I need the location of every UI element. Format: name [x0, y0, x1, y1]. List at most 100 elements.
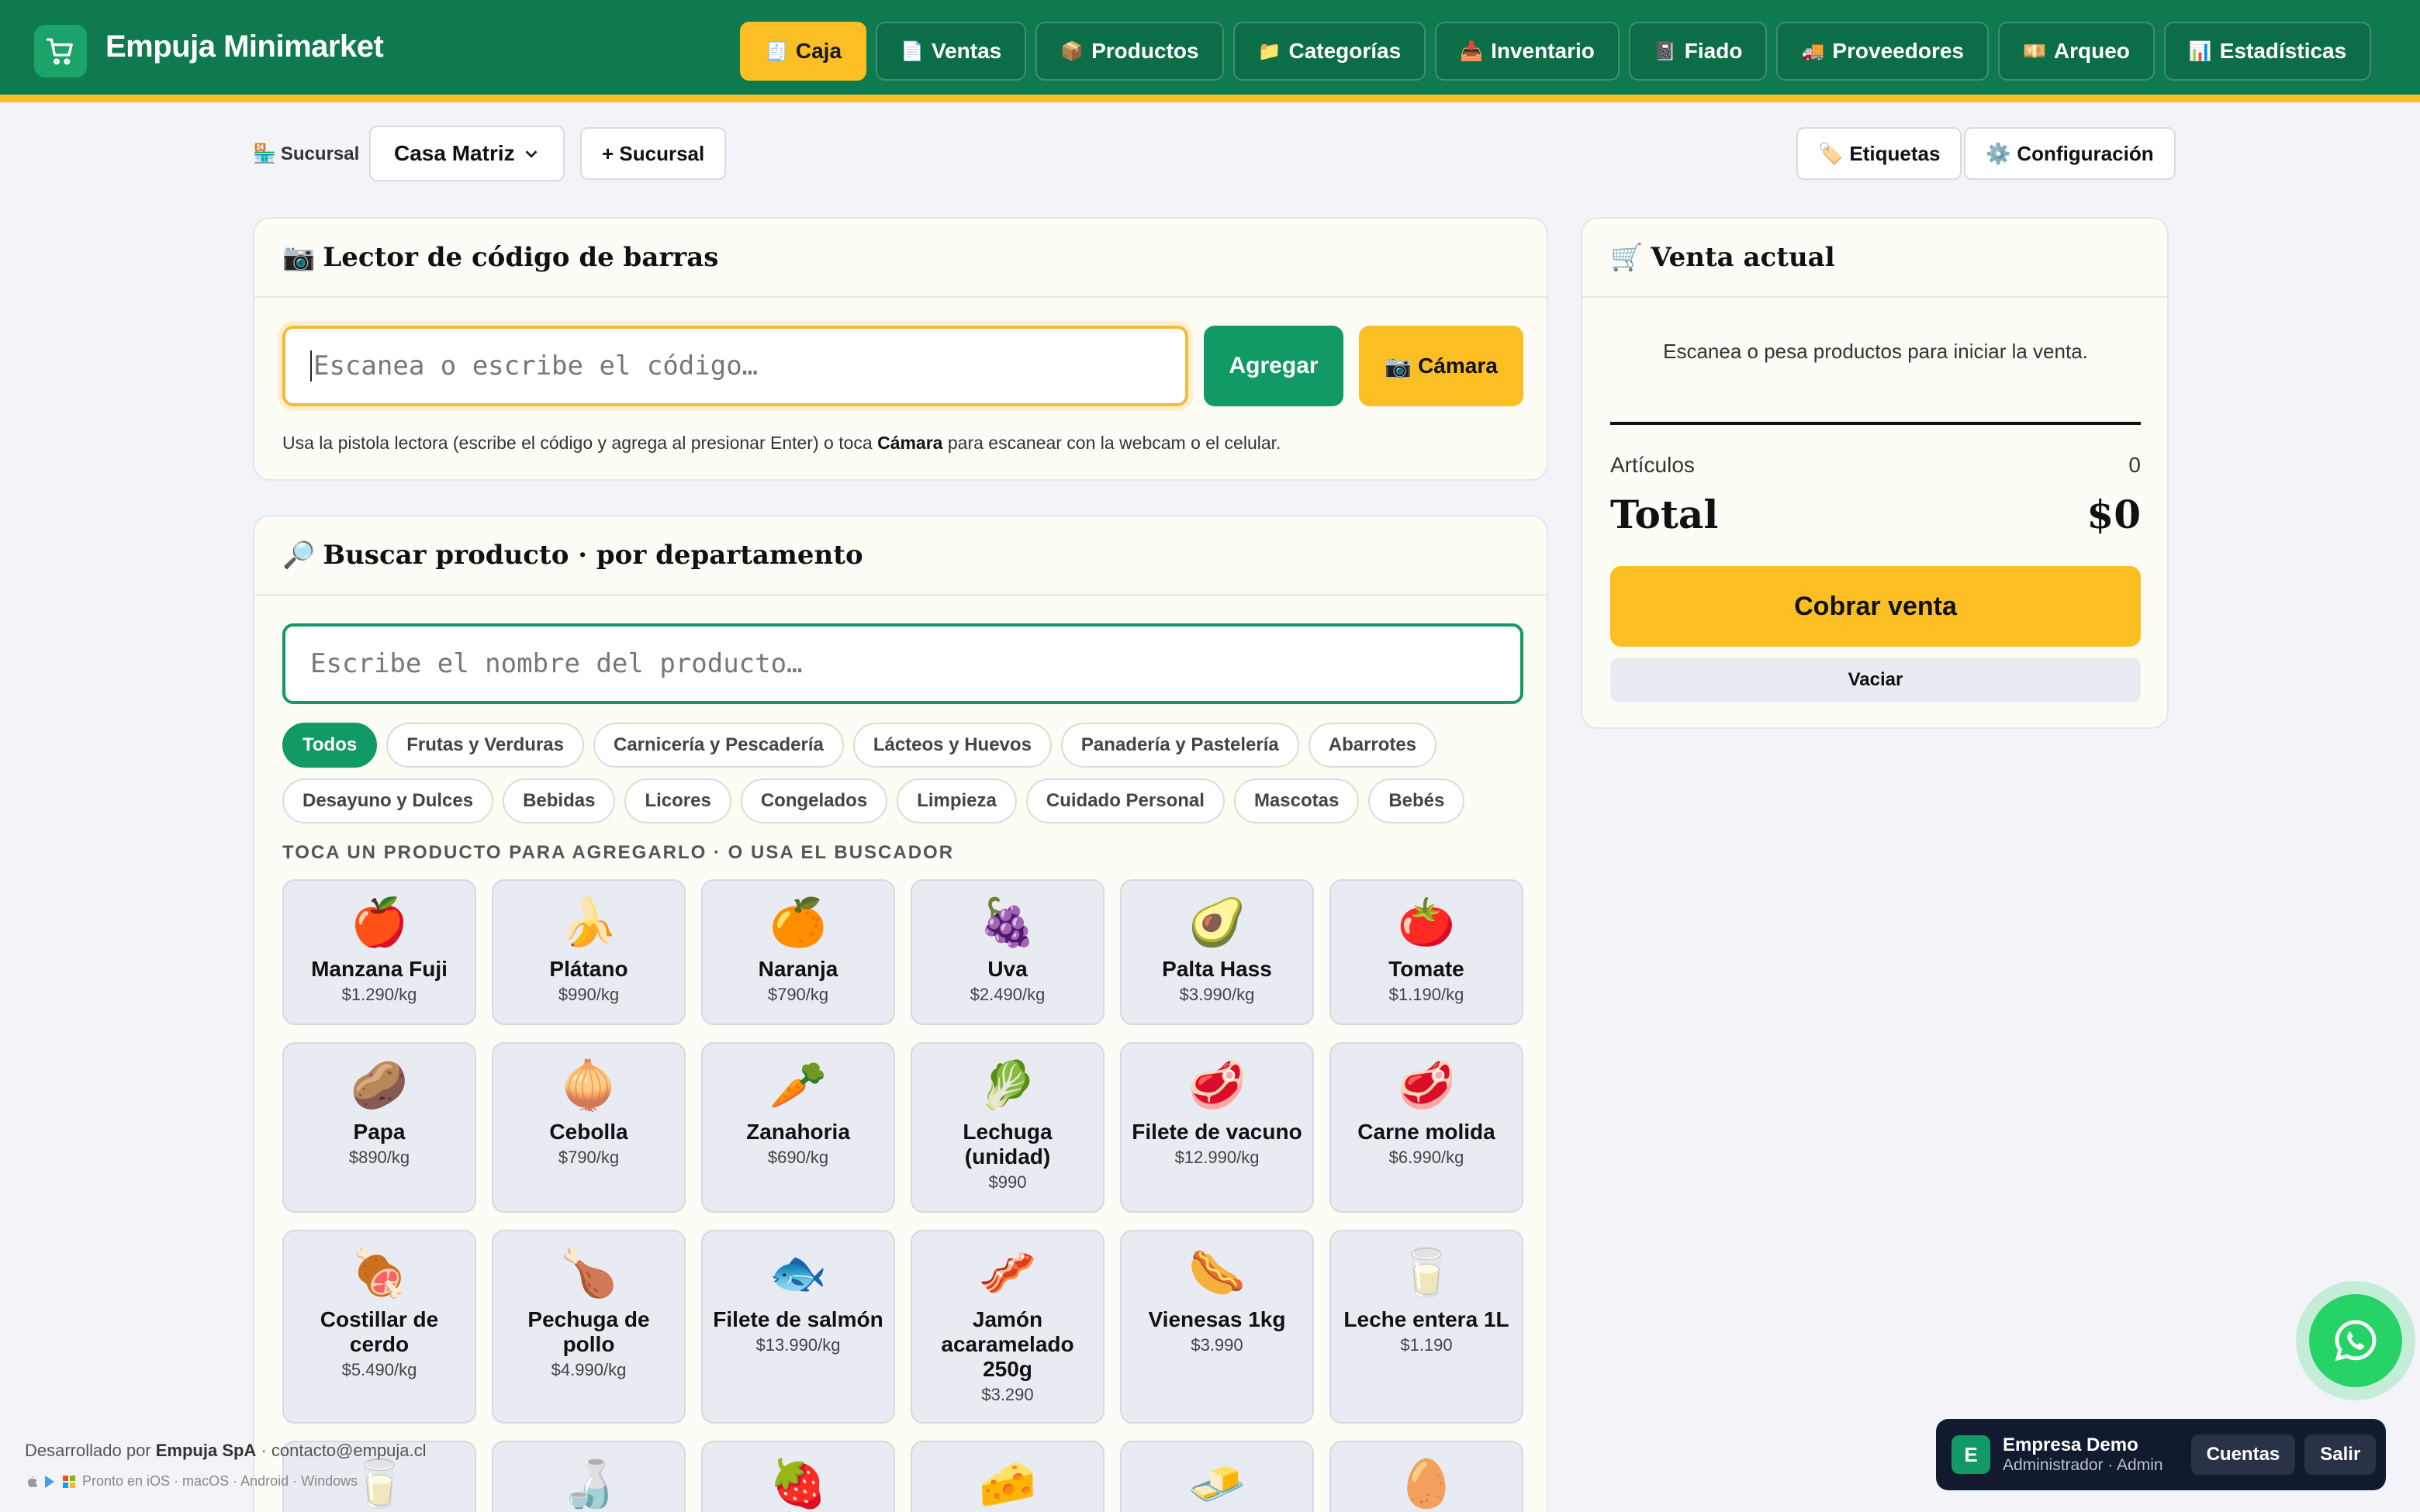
camera-button[interactable]: 📷 Cámara [1359, 326, 1523, 406]
product-tile[interactable]: 🍇 Uva $2.490/kg [911, 879, 1105, 1025]
nav-estadisticas[interactable]: 📊 Estadísticas [2163, 22, 2372, 81]
nav-productos[interactable]: 📦 Productos [1035, 22, 1224, 81]
product-search-input[interactable]: Escribe el nombre del producto… [282, 623, 1523, 704]
department-chip[interactable]: Limpieza [897, 778, 1017, 823]
camera-icon: 📷 [282, 242, 316, 273]
product-tile[interactable]: 🍓 [701, 1441, 895, 1512]
product-tile[interactable]: 🥚 [1329, 1441, 1523, 1512]
bar-chart-icon: 📊 [2188, 40, 2212, 62]
product-price: $1.190/kg [1388, 985, 1464, 1004]
account-panel: E Empresa Demo Administrador · Admin Cue… [1936, 1419, 2386, 1490]
product-tile[interactable]: 🥬 Lechuga (unidad) $990 [911, 1042, 1105, 1213]
department-chip[interactable]: Panadería y Pastelería [1060, 723, 1299, 768]
whatsapp-icon [2309, 1294, 2402, 1387]
product-tile[interactable]: 🥛 Leche entera 1L $1.190 [1329, 1230, 1523, 1424]
whatsapp-button[interactable] [2296, 1281, 2415, 1400]
product-price: $790/kg [767, 985, 829, 1004]
product-emoji-icon: 🧀 [978, 1458, 1037, 1510]
product-name: Costillar de cerdo [320, 1307, 439, 1356]
nav-ventas[interactable]: 📄 Ventas [876, 22, 1027, 81]
product-emoji-icon: 🥓 [978, 1247, 1037, 1299]
product-tile[interactable]: 🍅 Tomate $1.190/kg [1329, 879, 1523, 1025]
settings-button[interactable]: ⚙️ Configuración [1964, 127, 2176, 180]
department-chip[interactable]: Carnicería y Pescadería [593, 723, 844, 768]
accounts-button[interactable]: Cuentas [2190, 1434, 2296, 1475]
labels-button[interactable]: 🏷️ Etiquetas [1796, 127, 1962, 180]
branch-label: 🏪 Sucursal [253, 143, 360, 165]
sale-title: 🛒 Venta actual [1582, 219, 2167, 298]
branch-select[interactable]: Casa Matriz [369, 126, 565, 181]
department-chip[interactable]: Congelados [740, 778, 888, 823]
product-price: $3.990/kg [1179, 985, 1255, 1004]
product-emoji-icon: 🥛 [350, 1458, 409, 1510]
product-tile[interactable]: 🐟 Filete de salmón $13.990/kg [701, 1230, 895, 1424]
product-emoji-icon: 🍖 [350, 1247, 409, 1299]
product-tile[interactable]: 🍶 [492, 1441, 686, 1512]
department-chip[interactable]: Abarrotes [1308, 723, 1437, 768]
nav-inventario[interactable]: 📥 Inventario [1435, 22, 1620, 81]
product-tile[interactable]: 🥩 Carne molida $6.990/kg [1329, 1042, 1523, 1213]
product-tile[interactable]: 🥔 Papa $890/kg [282, 1042, 476, 1213]
charge-sale-button[interactable]: Cobrar venta [1610, 566, 2141, 647]
product-price: $990/kg [558, 985, 620, 1004]
windows-icon [63, 1475, 75, 1488]
product-emoji-icon: 🍓 [769, 1458, 828, 1510]
department-chip[interactable]: Bebés [1368, 778, 1465, 823]
product-tile[interactable]: 🧈 [1120, 1441, 1314, 1512]
product-price: $790/kg [558, 1148, 620, 1167]
product-name: Palta Hass [1162, 957, 1272, 981]
company-link[interactable]: Empuja SpA [156, 1441, 257, 1460]
product-grid: 🍎 Manzana Fuji $1.290/kg 🍌 Plátano $990/kg 🍊 Na… [282, 879, 1526, 1512]
nav-arqueo[interactable]: 💴 Arqueo [1997, 22, 2155, 81]
product-tile[interactable]: 🌭 Vienesas 1kg $3.990 [1120, 1230, 1314, 1424]
product-name: Pechuga de pollo [527, 1307, 650, 1356]
product-name: Tomate [1388, 957, 1464, 981]
logout-button[interactable]: Salir [2304, 1434, 2377, 1475]
department-chip[interactable]: Lácteos y Huevos [852, 723, 1052, 768]
add-branch-button[interactable]: + Sucursal [580, 127, 727, 180]
nav-caja[interactable]: 🧾 Caja [740, 22, 867, 81]
product-tile[interactable]: 🍖 Costillar de cerdo $5.490/kg [282, 1230, 476, 1424]
document-icon: 📄 [901, 40, 924, 62]
product-tile[interactable]: 🥓 Jamón acaramelado 250g $3.290 [911, 1230, 1105, 1424]
product-tile[interactable]: 🍗 Pechuga de pollo $4.990/kg [492, 1230, 686, 1424]
avatar: E [1952, 1435, 1990, 1474]
product-emoji-icon: 🍌 [559, 896, 618, 948]
product-tile[interactable]: 🍊 Naranja $790/kg [701, 879, 895, 1025]
product-tile[interactable]: 🥩 Filete de vacuno $12.990/kg [1120, 1042, 1314, 1213]
product-emoji-icon: 🍊 [769, 896, 828, 948]
add-code-button[interactable]: Agregar [1204, 326, 1343, 406]
footer-credit: Desarrollado por Empuja SpA · contacto@e… [25, 1441, 427, 1460]
department-chip[interactable]: Cuidado Personal [1025, 778, 1225, 823]
product-name: Cebolla [549, 1120, 628, 1144]
articles-count: 0 [2128, 453, 2141, 477]
product-tile[interactable]: 🥕 Zanahoria $690/kg [701, 1042, 895, 1213]
department-chip[interactable]: Bebidas [503, 778, 616, 823]
department-chip[interactable]: Desayuno y Dulces [282, 778, 494, 823]
clear-sale-button[interactable]: Vaciar [1610, 658, 2141, 702]
product-name: Plátano [549, 957, 628, 981]
product-tile[interactable]: 🧀 [911, 1441, 1105, 1512]
product-tile[interactable]: 🥑 Palta Hass $3.990/kg [1120, 879, 1314, 1025]
product-tile[interactable]: 🍎 Manzana Fuji $1.290/kg [282, 879, 476, 1025]
department-chip[interactable]: Frutas y Verduras [386, 723, 584, 768]
magnifier-icon: 🔎 [282, 540, 316, 571]
department-chip[interactable]: Licores [624, 778, 731, 823]
department-chip[interactable]: Mascotas [1233, 778, 1360, 823]
grid-hint: TOCA UN PRODUCTO PARA AGREGARLO · O USA … [282, 842, 955, 863]
nav-proveedores[interactable]: 🚚 Proveedores [1776, 22, 1989, 81]
product-emoji-icon: 🍗 [559, 1247, 618, 1299]
product-emoji-icon: 🥩 [1397, 1059, 1456, 1111]
total-row: Total $0 [1610, 492, 2141, 537]
nav-fiado[interactable]: 📓 Fiado [1628, 22, 1768, 81]
department-chip[interactable]: Todos [282, 723, 378, 768]
folder-icon: 📁 [1257, 40, 1281, 62]
product-tile[interactable]: 🧅 Cebolla $790/kg [492, 1042, 686, 1213]
product-price: $3.990 [1191, 1335, 1243, 1355]
product-tile[interactable]: 🍌 Plátano $990/kg [492, 879, 686, 1025]
product-name: Filete de salmón [713, 1307, 883, 1331]
barcode-input[interactable]: Escanea o escribe el código… [282, 326, 1188, 406]
inbox-icon: 📥 [1460, 40, 1484, 62]
product-emoji-icon: 🥔 [350, 1059, 409, 1111]
nav-categorias[interactable]: 📁 Categorías [1232, 22, 1426, 81]
